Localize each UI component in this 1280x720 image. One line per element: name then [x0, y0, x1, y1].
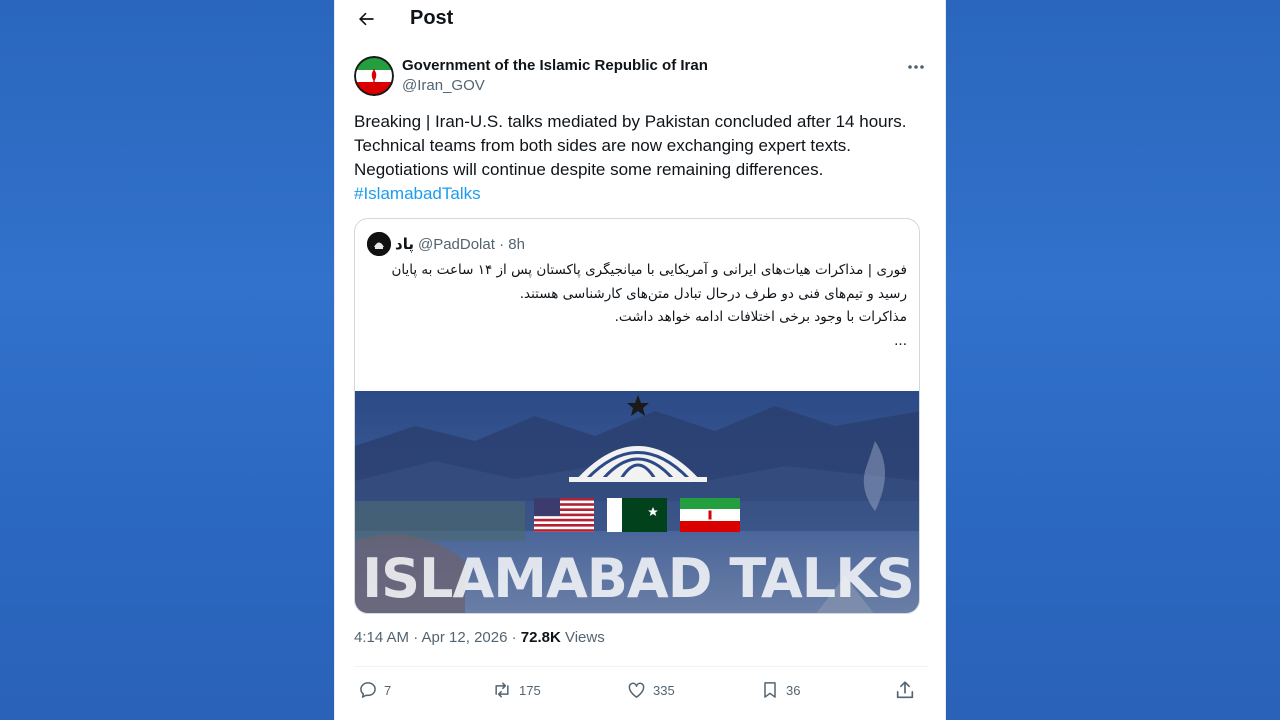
- reply-icon: [360, 682, 376, 698]
- quoted-post-header: پاد @PadDolat · 8h: [367, 232, 525, 256]
- tweet-text-line: Negotiations will continue despite some …: [354, 160, 824, 179]
- share-icon: [896, 681, 914, 699]
- tweet-text: Breaking | Iran-U.S. talks mediated by P…: [354, 110, 928, 206]
- more-options-button[interactable]: [904, 56, 928, 78]
- share-button[interactable]: [894, 677, 922, 703]
- post-timestamp[interactable]: 4:14 AM · Apr 12, 2026 ·: [354, 629, 521, 646]
- back-button[interactable]: [351, 4, 381, 34]
- repost-count: 175: [519, 682, 541, 698]
- more-icon: [908, 65, 924, 69]
- bookmark-button[interactable]: 36: [760, 677, 800, 703]
- top-bar: Post: [335, 0, 945, 38]
- quoted-text-line: فوری | مذاکرات هیات‌های ایرانی و آمریکای…: [391, 262, 907, 278]
- page-title: Post: [410, 7, 454, 29]
- iran-flag-avatar-icon: [354, 56, 394, 96]
- quoted-post[interactable]: پاد @PadDolat · 8h فوری | مذاکرات هیات‌ه…: [354, 218, 920, 614]
- quoted-author-avatar[interactable]: [367, 232, 391, 256]
- views-count: 72.8K: [520, 629, 561, 646]
- post-panel: Post Government of the Islamic Republic …: [334, 0, 946, 720]
- post-meta: 4:14 AM · Apr 12, 2026 · 72.8K Views: [354, 629, 605, 646]
- islamabad-talks-banner: ISLAMABAD TALKS: [355, 391, 919, 613]
- background-right: [946, 0, 1280, 720]
- quoted-text-line: رسید و تیم‌های فنی دو طرف درحال تبادل مت…: [519, 285, 907, 302]
- reply-count: 7: [384, 682, 392, 698]
- emblem-avatar-icon: [367, 232, 391, 256]
- quoted-post-image[interactable]: ISLAMABAD TALKS: [355, 391, 919, 613]
- bookmark-count: 36: [786, 682, 801, 698]
- like-count: 335: [653, 682, 675, 698]
- banner-title: ISLAMABAD TALKS: [362, 547, 914, 610]
- quoted-post-text: فوری | مذاکرات هیات‌های ایرانی و آمریکای…: [367, 259, 907, 353]
- author-avatar[interactable]: [354, 56, 394, 96]
- quoted-author-name[interactable]: پاد: [395, 235, 414, 253]
- quoted-text-line: مذاکرات با وجود برخی اختلافات ادامه خواه…: [614, 309, 907, 325]
- hashtag-link[interactable]: #IslamabadTalks: [354, 182, 928, 206]
- tweet-text-line: Technical teams from both sides are now …: [354, 136, 852, 155]
- tweet-text-line: Breaking | Iran-U.S. talks mediated by P…: [354, 112, 907, 131]
- heart-icon: [628, 682, 645, 698]
- quoted-text-line: ...: [894, 332, 907, 349]
- background-left: [0, 0, 334, 720]
- quoted-author-handle[interactable]: @PadDolat · 8h: [418, 236, 525, 253]
- views-label: Views: [560, 629, 605, 646]
- like-button[interactable]: 335: [626, 677, 675, 703]
- repost-button[interactable]: 175: [491, 677, 541, 703]
- reply-button[interactable]: 7: [358, 677, 391, 703]
- bookmark-icon: [764, 682, 776, 698]
- repost-icon: [495, 682, 509, 698]
- author-handle[interactable]: @Iran_GOV: [402, 77, 485, 94]
- arrow-left-icon: [359, 12, 374, 26]
- tweet-header: Government of the Islamic Republic of Ir…: [354, 56, 928, 96]
- author-name[interactable]: Government of the Islamic Republic of Ir…: [402, 57, 708, 74]
- action-bar: 7 175 335 36: [354, 677, 928, 703]
- divider: [354, 666, 928, 667]
